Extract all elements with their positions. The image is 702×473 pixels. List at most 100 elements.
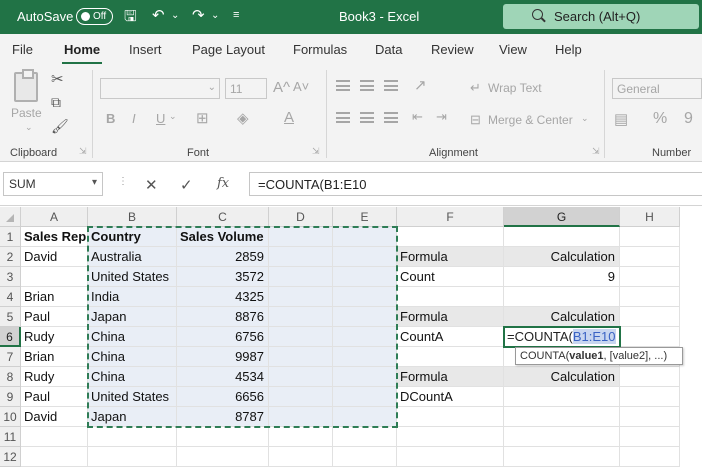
cell-G11[interactable]: [504, 427, 620, 447]
shrink-font-icon[interactable]: A˅: [293, 79, 309, 94]
cell-F11[interactable]: [397, 427, 504, 447]
name-box[interactable]: SUM ▾: [3, 172, 103, 196]
cell-G4[interactable]: [504, 287, 620, 307]
cell-C12[interactable]: [177, 447, 269, 467]
name-box-dropdown-icon[interactable]: ▾: [92, 177, 97, 188]
row-header-7[interactable]: 7: [0, 347, 21, 367]
cell-E5[interactable]: [333, 307, 397, 327]
cell-E10[interactable]: [333, 407, 397, 427]
tab-view[interactable]: View: [499, 42, 527, 57]
cell-G10[interactable]: [504, 407, 620, 427]
tab-home[interactable]: Home: [64, 42, 100, 57]
cell-A11[interactable]: [21, 427, 88, 447]
cell-G12[interactable]: [504, 447, 620, 467]
bold-button[interactable]: B: [106, 111, 115, 126]
decrease-indent-icon[interactable]: ⇤: [412, 109, 423, 125]
customize-qat-icon[interactable]: ≡: [233, 9, 239, 21]
undo-icon[interactable]: ↶: [152, 6, 165, 24]
cell-E8[interactable]: [333, 367, 397, 387]
font-size-box[interactable]: 11: [225, 78, 267, 99]
cell-E3[interactable]: [333, 267, 397, 287]
cell-A6[interactable]: Rudy: [21, 327, 88, 347]
formula-input[interactable]: =COUNTA(B1:E10: [249, 172, 702, 196]
font-launcher-icon[interactable]: ⇲: [312, 146, 320, 157]
cell-E6[interactable]: [333, 327, 397, 347]
copy-icon[interactable]: ⧉: [51, 94, 61, 111]
format-painter-icon[interactable]: 🖌: [51, 118, 69, 135]
align-right-icon[interactable]: [384, 112, 398, 123]
cell-D8[interactable]: [269, 367, 333, 387]
cell-C6[interactable]: 6756: [177, 327, 269, 347]
cell-B5[interactable]: Japan: [88, 307, 177, 327]
orientation-icon[interactable]: ↗: [414, 76, 427, 94]
cell-B10[interactable]: Japan: [88, 407, 177, 427]
alignment-launcher-icon[interactable]: ⇲: [592, 146, 600, 157]
cell-A3[interactable]: [21, 267, 88, 287]
cell-E4[interactable]: [333, 287, 397, 307]
cell-A10[interactable]: David: [21, 407, 88, 427]
row-header-12[interactable]: 12: [0, 447, 21, 467]
cell-F3[interactable]: Count: [397, 267, 504, 287]
underline-dropdown-icon[interactable]: ⌄: [169, 111, 177, 122]
italic-button[interactable]: I: [132, 111, 136, 126]
column-header-A[interactable]: A: [21, 207, 88, 227]
cell-A5[interactable]: Paul: [21, 307, 88, 327]
cell-B3[interactable]: United States: [88, 267, 177, 287]
row-header-8[interactable]: 8: [0, 367, 21, 387]
wrap-text-icon[interactable]: ↵: [470, 80, 481, 96]
grow-font-icon[interactable]: A^: [273, 79, 290, 96]
row-header-1[interactable]: 1: [0, 227, 21, 247]
cell-C8[interactable]: 4534: [177, 367, 269, 387]
cell-D6[interactable]: [269, 327, 333, 347]
cell-F1[interactable]: [397, 227, 504, 247]
cell-E7[interactable]: [333, 347, 397, 367]
wrap-text-button[interactable]: Wrap Text: [488, 81, 542, 95]
row-header-9[interactable]: 9: [0, 387, 21, 407]
cell-C10[interactable]: 8787: [177, 407, 269, 427]
cell-A1[interactable]: Sales Rep: [21, 227, 88, 247]
cell-A4[interactable]: Brian: [21, 287, 88, 307]
cell-H1[interactable]: [620, 227, 680, 247]
column-header-F[interactable]: F: [397, 207, 504, 227]
cell-E12[interactable]: [333, 447, 397, 467]
tab-formulas[interactable]: Formulas: [293, 42, 347, 57]
cell-C5[interactable]: 8876: [177, 307, 269, 327]
font-name-box[interactable]: ⌄: [100, 78, 220, 99]
cell-G5[interactable]: Calculation: [504, 307, 620, 327]
cell-F2[interactable]: Formula: [397, 247, 504, 267]
merge-center-button[interactable]: Merge & Center: [488, 113, 573, 127]
cell-D4[interactable]: [269, 287, 333, 307]
cell-E11[interactable]: [333, 427, 397, 447]
fill-color-icon[interactable]: ◈: [237, 109, 249, 127]
paste-icon[interactable]: [14, 69, 38, 102]
cell-C11[interactable]: [177, 427, 269, 447]
cell-B4[interactable]: India: [88, 287, 177, 307]
cell-F12[interactable]: [397, 447, 504, 467]
cell-H10[interactable]: [620, 407, 680, 427]
clipboard-launcher-icon[interactable]: ⇲: [79, 146, 87, 157]
bottom-align-icon[interactable]: [384, 80, 398, 91]
paste-dropdown-icon[interactable]: ⌄: [25, 122, 33, 133]
row-header-5[interactable]: 5: [0, 307, 21, 327]
cell-G8[interactable]: Calculation: [504, 367, 620, 387]
cell-H2[interactable]: [620, 247, 680, 267]
cell-F4[interactable]: [397, 287, 504, 307]
column-header-G[interactable]: G: [504, 207, 620, 227]
cell-D5[interactable]: [269, 307, 333, 327]
cut-icon[interactable]: ✂: [51, 70, 64, 88]
cell-D11[interactable]: [269, 427, 333, 447]
cell-H11[interactable]: [620, 427, 680, 447]
cell-D3[interactable]: [269, 267, 333, 287]
tab-insert[interactable]: Insert: [129, 42, 162, 57]
cell-F5[interactable]: Formula: [397, 307, 504, 327]
row-header-2[interactable]: 2: [0, 247, 21, 267]
font-color-icon[interactable]: A: [284, 109, 294, 126]
tab-file[interactable]: File: [12, 42, 33, 57]
middle-align-icon[interactable]: [360, 80, 374, 91]
cell-C4[interactable]: 4325: [177, 287, 269, 307]
row-header-6[interactable]: 6: [0, 327, 21, 347]
cell-F6[interactable]: CountA: [397, 327, 504, 347]
cell-B12[interactable]: [88, 447, 177, 467]
cell-E9[interactable]: [333, 387, 397, 407]
cell-A8[interactable]: Rudy: [21, 367, 88, 387]
